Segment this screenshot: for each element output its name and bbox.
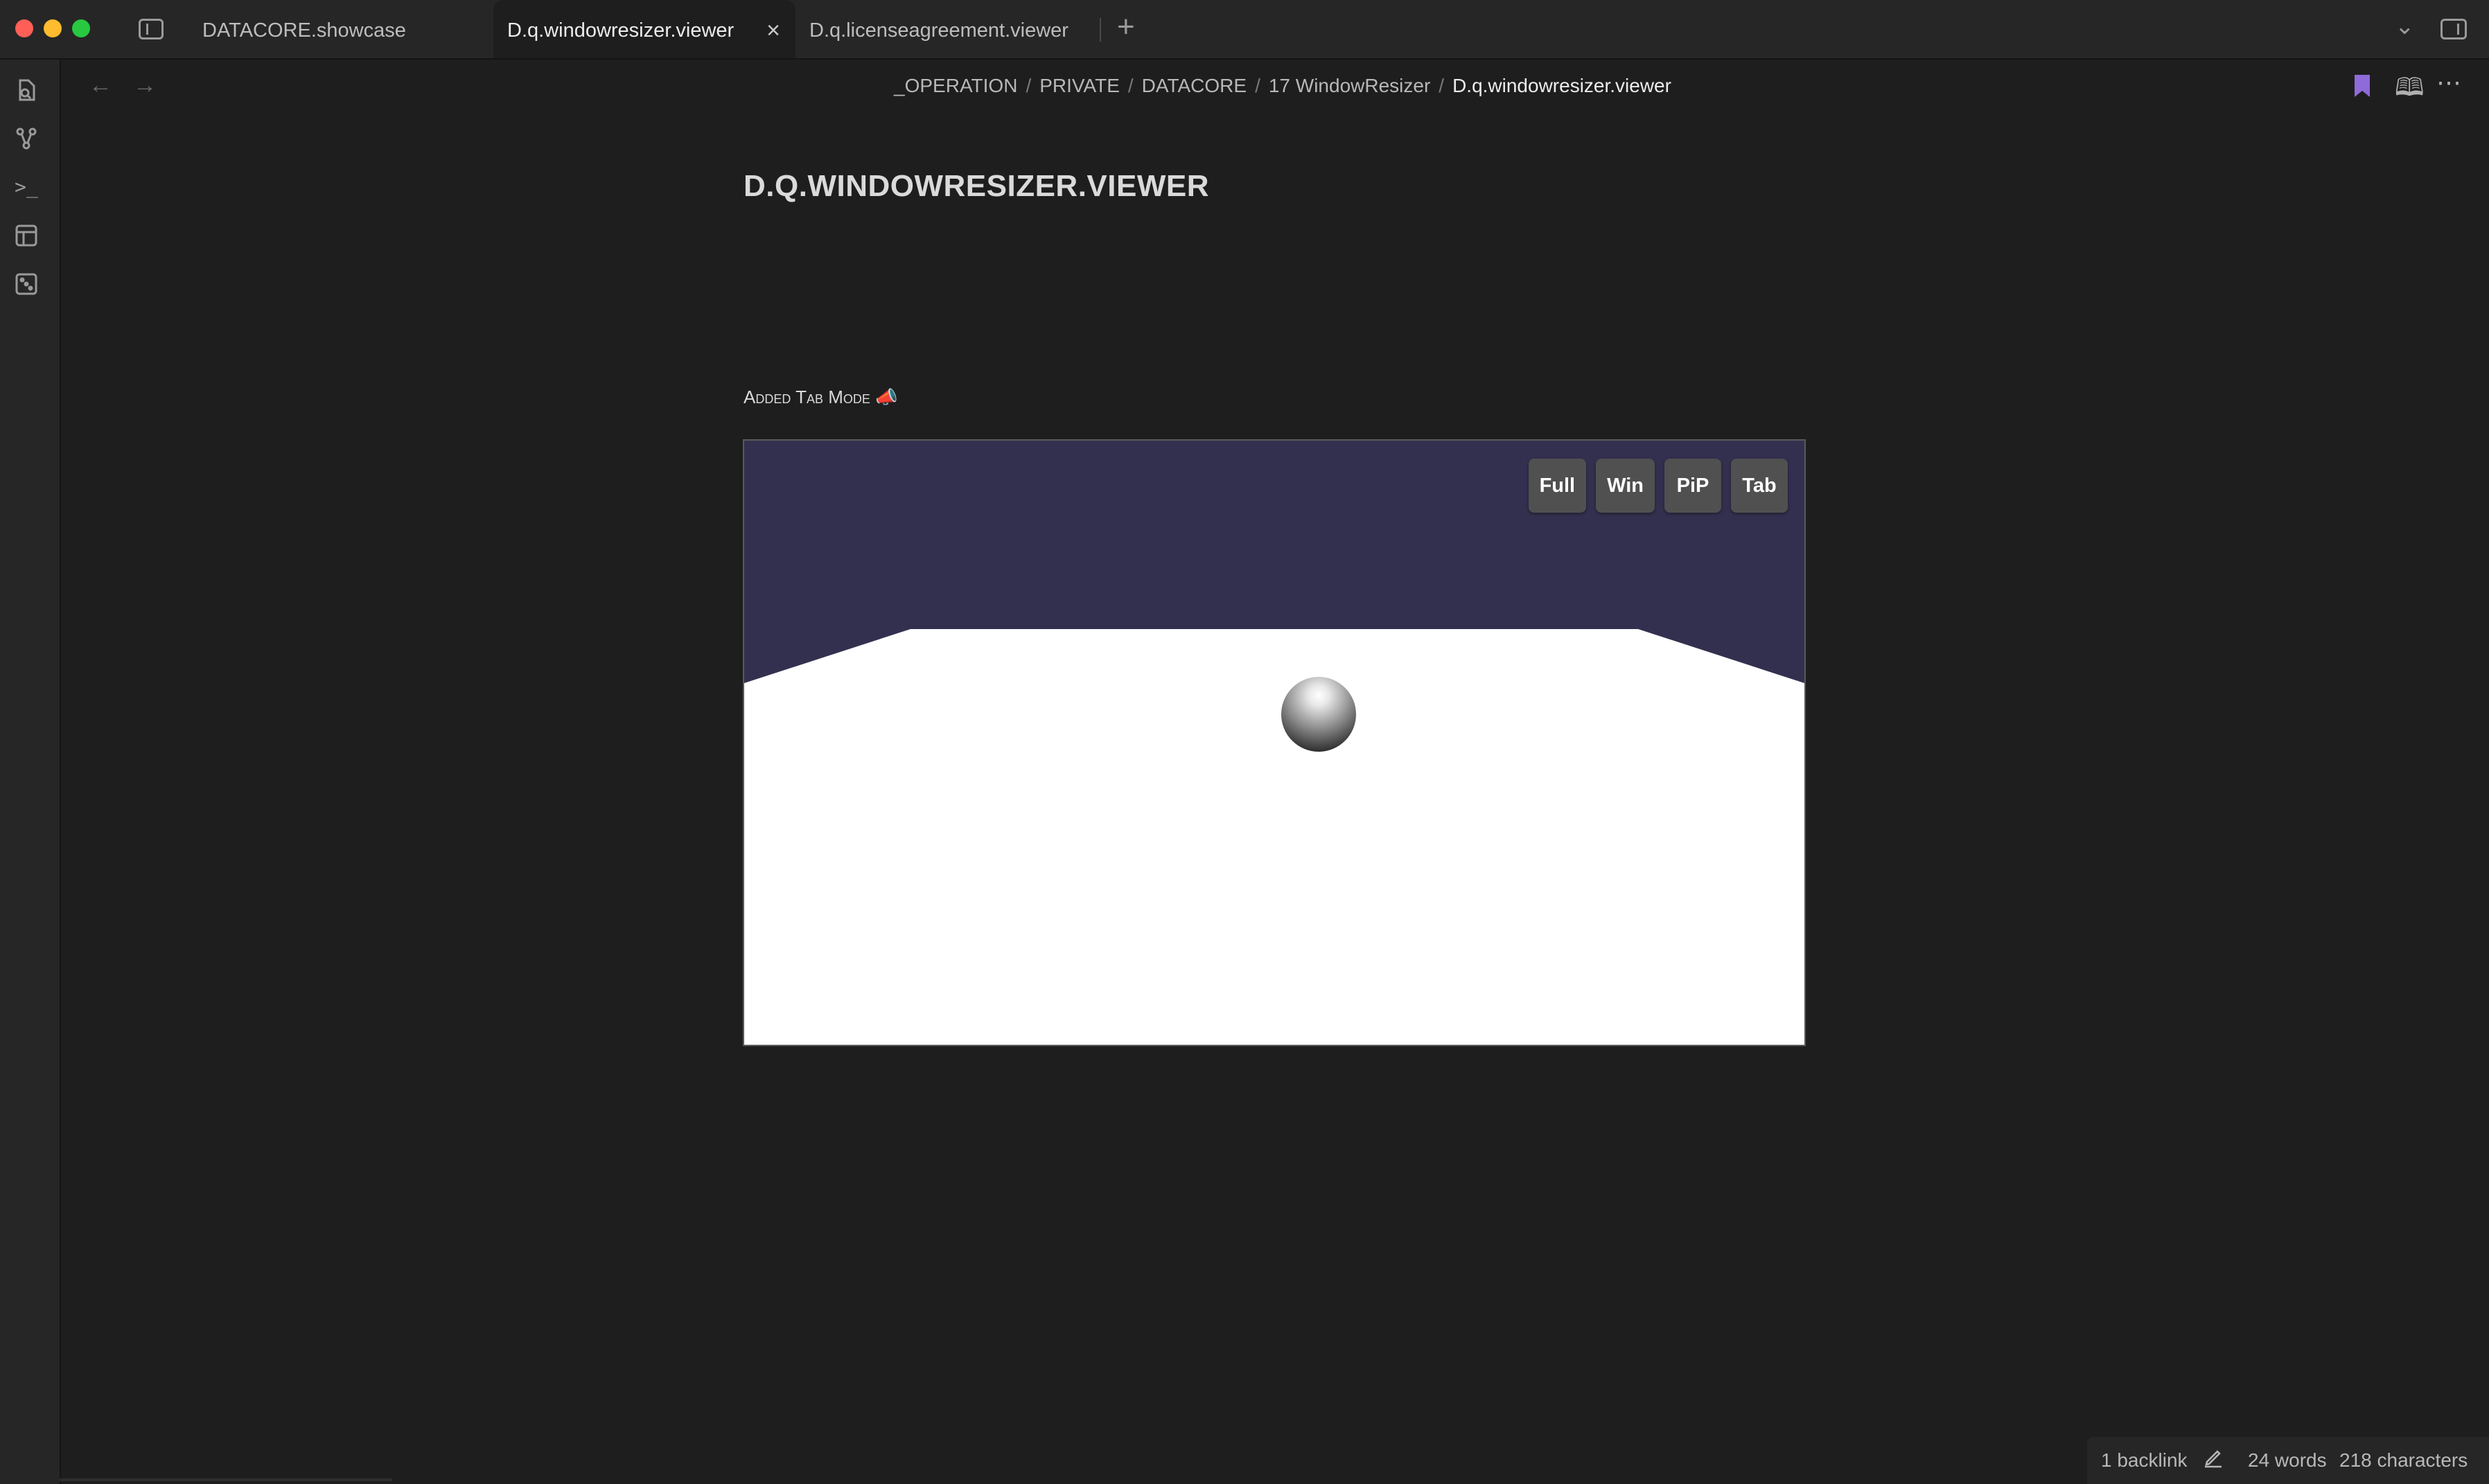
- breadcrumb: _OPERATION / PRIVATE / DATACORE / 17 WindowRes…: [0, 75, 2489, 97]
- tab-list-chevron-icon[interactable]: ⌄: [2395, 12, 2415, 40]
- pip-mode-button[interactable]: PiP: [1664, 459, 1721, 513]
- tab-datacore-showcase[interactable]: DATACORE.showcase: [188, 0, 493, 58]
- random-note-icon[interactable]: [14, 272, 39, 297]
- close-tab-icon[interactable]: ×: [766, 0, 780, 61]
- ribbon: >_: [0, 60, 61, 1484]
- 3d-viewer[interactable]: Full Win PiP Tab: [743, 439, 1806, 1046]
- breadcrumb-separator: /: [1255, 75, 1260, 96]
- backlink-count[interactable]: 1 backlink: [2101, 1449, 2188, 1472]
- megaphone-icon: 📣: [875, 387, 898, 407]
- templates-icon[interactable]: [14, 223, 39, 248]
- viewer-mode-controls: Full Win PiP Tab: [1528, 459, 1788, 513]
- bottom-divider: [60, 1478, 392, 1481]
- title-bar: DATACORE.showcase D.q.windowresizer.view…: [0, 0, 2489, 60]
- window-mode-button[interactable]: Win: [1596, 459, 1655, 513]
- edit-mode-icon[interactable]: [2202, 1447, 2224, 1474]
- breadcrumb-separator: /: [1026, 75, 1032, 96]
- note-title: D.q.windowresizer.viewer: [744, 169, 1209, 203]
- full-mode-button[interactable]: Full: [1528, 459, 1587, 513]
- note-text: Added Tab Mode: [744, 387, 870, 407]
- sphere[interactable]: [1281, 677, 1356, 752]
- tab-mode-button[interactable]: Tab: [1731, 459, 1788, 513]
- tab-divider: [1100, 18, 1101, 42]
- breadcrumb-item[interactable]: 17 WindowResizer: [1269, 75, 1430, 96]
- graph-icon[interactable]: [14, 126, 39, 151]
- terminal-icon[interactable]: >_: [14, 175, 39, 200]
- minimize-window-button[interactable]: [44, 19, 62, 37]
- breadcrumb-item[interactable]: PRIVATE: [1039, 75, 1120, 96]
- breadcrumb-item[interactable]: DATACORE: [1142, 75, 1247, 96]
- tab-label: D.q.licenseagreement.viewer: [809, 19, 1068, 42]
- left-sidebar-toggle-icon[interactable]: [139, 19, 164, 39]
- status-bar: 1 backlink 24 words 218 characters: [2087, 1437, 2489, 1484]
- tab-label: DATACORE.showcase: [202, 19, 406, 42]
- reading-view-icon[interactable]: 🕮: [2395, 69, 2424, 112]
- close-window-button[interactable]: [15, 19, 33, 37]
- word-count: 24 words: [2248, 1449, 2327, 1471]
- more-options-icon[interactable]: ⋯: [2436, 68, 2461, 97]
- breadcrumb-separator: /: [1127, 75, 1134, 96]
- breadcrumb-item[interactable]: _OPERATION: [894, 75, 1017, 96]
- breadcrumb-separator: /: [1439, 75, 1445, 96]
- scene-canvas[interactable]: [744, 441, 1804, 1045]
- tab-label: D.q.windowresizer.viewer: [507, 19, 735, 42]
- note-text-line: Added Tab Mode 📣: [744, 387, 898, 408]
- breadcrumb-current[interactable]: D.q.windowresizer.viewer: [1452, 75, 1671, 96]
- zoom-window-button[interactable]: [72, 19, 90, 37]
- right-sidebar-toggle-icon[interactable]: [2440, 19, 2467, 39]
- tab-licenseagreement-viewer[interactable]: D.q.licenseagreement.viewer: [795, 0, 1100, 58]
- new-tab-button[interactable]: +: [1117, 10, 1135, 44]
- tab-windowresizer-viewer[interactable]: D.q.windowresizer.viewer ×: [493, 0, 795, 58]
- character-count: 218 characters: [2339, 1449, 2468, 1471]
